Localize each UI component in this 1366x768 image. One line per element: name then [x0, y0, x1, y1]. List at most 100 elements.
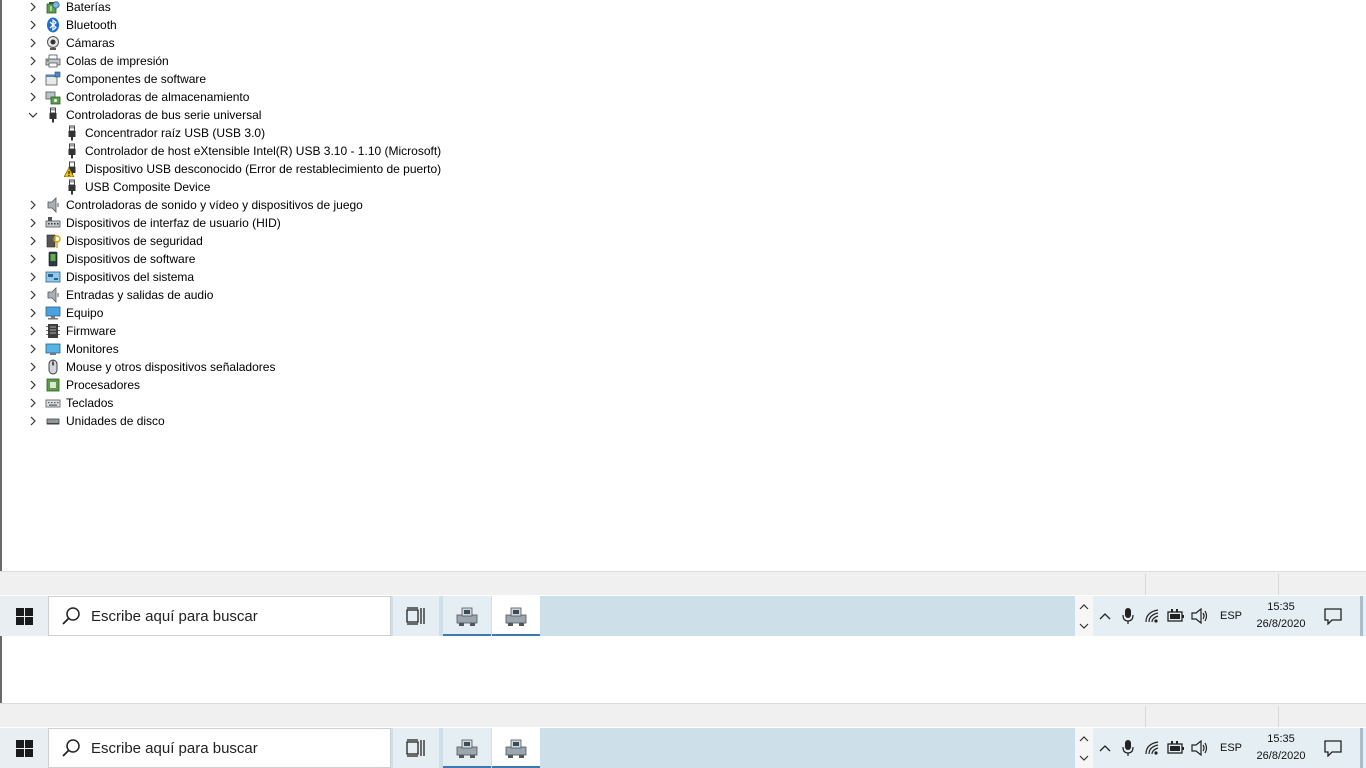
- security-device-icon: [45, 233, 61, 249]
- tree-category[interactable]: Cámaras: [27, 34, 115, 52]
- taskbar-app-device-manager[interactable]: [443, 596, 491, 636]
- battery-plug-icon: [1167, 609, 1184, 622]
- taskbar-search-box[interactable]: Escribe aquí para buscar: [48, 596, 391, 636]
- chevron-right-icon[interactable]: [27, 394, 39, 412]
- taskbar-scroll[interactable]: [1075, 728, 1093, 768]
- tree-category[interactable]: Dispositivos de software: [27, 250, 195, 268]
- tree-category[interactable]: Dispositivos de interfaz de usuario (HID…: [27, 214, 281, 232]
- tree-category[interactable]: Baterías: [27, 0, 111, 16]
- chevron-right-icon[interactable]: [27, 70, 39, 88]
- battery-button[interactable]: [1166, 606, 1186, 626]
- chevron-right-icon[interactable]: [27, 88, 39, 106]
- clock[interactable]: 15:35 26/8/2020: [1248, 731, 1314, 765]
- clock-time: 15:35: [1267, 733, 1295, 745]
- taskbar-search-box[interactable]: Escribe aquí para buscar: [48, 728, 391, 768]
- tree-item-label: Monitores: [66, 342, 119, 356]
- keyboard-icon: [45, 395, 61, 411]
- chevron-right-icon[interactable]: [27, 0, 39, 16]
- chevron-right-icon[interactable]: [27, 340, 39, 358]
- status-bar: [0, 571, 1366, 595]
- volume-button[interactable]: [1190, 738, 1210, 758]
- tree-category[interactable]: Componentes de software: [27, 70, 206, 88]
- notification-icon: [1324, 739, 1342, 757]
- microphone-button[interactable]: [1118, 738, 1138, 758]
- input-language[interactable]: ESP: [1220, 596, 1242, 636]
- usb-plug-icon: [64, 143, 80, 159]
- start-button[interactable]: [0, 596, 48, 636]
- computer-icon: [45, 305, 61, 321]
- tree-item-label: Procesadores: [66, 378, 141, 392]
- task-view-button[interactable]: [393, 728, 439, 768]
- bluetooth-icon: [45, 17, 61, 33]
- show-desktop-edge[interactable]: [1360, 728, 1363, 768]
- tree-category[interactable]: Firmware: [27, 322, 116, 340]
- chevron-right-icon[interactable]: [27, 322, 39, 340]
- taskbar-app-device-manager-active[interactable]: [492, 728, 540, 768]
- show-hidden-icons-button[interactable]: [1095, 738, 1115, 758]
- chevron-right-icon[interactable]: [27, 376, 39, 394]
- tree-category[interactable]: Entradas y salidas de audio: [27, 286, 213, 304]
- action-center-button[interactable]: [1322, 606, 1344, 626]
- tree-category[interactable]: Equipo: [27, 304, 103, 322]
- chevron-right-icon[interactable]: [27, 268, 39, 286]
- volume-button[interactable]: [1190, 606, 1210, 626]
- tree-item-label: Dispositivo USB desconocido (Error de re…: [85, 162, 442, 176]
- input-language[interactable]: ESP: [1220, 728, 1242, 768]
- chevron-right-icon[interactable]: [27, 412, 39, 430]
- taskbar-app-device-manager-active[interactable]: [492, 596, 540, 636]
- battery-button[interactable]: [1166, 738, 1186, 758]
- tree-category[interactable]: Unidades de disco: [27, 412, 165, 430]
- chevron-right-icon[interactable]: [27, 286, 39, 304]
- tree-category[interactable]: Bluetooth: [27, 16, 117, 34]
- tree-device[interactable]: Controlador de host eXtensible Intel(R) …: [46, 142, 441, 160]
- taskbar-app-device-manager[interactable]: [443, 728, 491, 768]
- tree-item-label: Colas de impresión: [66, 54, 169, 68]
- mouse-icon: [45, 359, 61, 375]
- chevron-right-icon[interactable]: [27, 358, 39, 376]
- network-button[interactable]: [1143, 606, 1163, 626]
- chevron-right-icon[interactable]: [27, 52, 39, 70]
- tree-category[interactable]: Procesadores: [27, 376, 140, 394]
- action-center-button[interactable]: [1322, 738, 1344, 758]
- taskbar-scroll[interactable]: [1075, 596, 1093, 636]
- tree-device[interactable]: Concentrador raíz USB (USB 3.0): [46, 124, 265, 142]
- tree-item-label: Controladoras de sonido y vídeo y dispos…: [66, 198, 363, 212]
- chevron-right-icon[interactable]: [27, 214, 39, 232]
- clock[interactable]: 15:35 26/8/2020: [1248, 599, 1314, 633]
- chevron-right-icon[interactable]: [27, 34, 39, 52]
- tree-category[interactable]: Controladoras de almacenamiento: [27, 88, 249, 106]
- tree-category[interactable]: Colas de impresión: [27, 52, 169, 70]
- taskbar-duplicate: Escribe aquí para buscar ESP 15:35 26/8/…: [0, 728, 1366, 768]
- tree-category[interactable]: Controladoras de sonido y vídeo y dispos…: [27, 196, 363, 214]
- tree-category[interactable]: Controladoras de bus serie universal: [27, 106, 261, 124]
- chevron-right-icon[interactable]: [27, 304, 39, 322]
- chevron-down-icon: [1079, 755, 1089, 761]
- chevron-right-icon[interactable]: [27, 196, 39, 214]
- start-button[interactable]: [0, 728, 48, 768]
- chevron-down-icon[interactable]: [27, 106, 39, 124]
- tree-category[interactable]: Monitores: [27, 340, 119, 358]
- clock-date: 26/8/2020: [1256, 750, 1306, 762]
- chevron-right-icon[interactable]: [27, 250, 39, 268]
- search-placeholder: Escribe aquí para buscar: [91, 607, 258, 625]
- tree-device[interactable]: Dispositivo USB desconocido (Error de re…: [46, 160, 441, 178]
- storage-controller-icon: [45, 89, 61, 105]
- tree-category[interactable]: Mouse y otros dispositivos señaladores: [27, 358, 275, 376]
- tree-category[interactable]: Dispositivos del sistema: [27, 268, 194, 286]
- microphone-button[interactable]: [1118, 606, 1138, 626]
- tree-item-label: Unidades de disco: [66, 414, 165, 428]
- tree-category[interactable]: Dispositivos de seguridad: [27, 232, 203, 250]
- chevron-right-icon[interactable]: [27, 16, 39, 34]
- printer-icon: [45, 53, 61, 69]
- network-button[interactable]: [1143, 738, 1163, 758]
- show-desktop-edge[interactable]: [1360, 596, 1363, 636]
- task-view-button[interactable]: [393, 596, 439, 636]
- windows-logo-icon: [15, 739, 33, 757]
- system-device-icon: [45, 269, 61, 285]
- search-icon: [62, 607, 80, 625]
- tree-category[interactable]: Teclados: [27, 394, 113, 412]
- usb-plug-icon: [45, 107, 61, 123]
- chevron-right-icon[interactable]: [27, 232, 39, 250]
- show-hidden-icons-button[interactable]: [1095, 606, 1115, 626]
- tree-device[interactable]: USB Composite Device: [46, 178, 210, 196]
